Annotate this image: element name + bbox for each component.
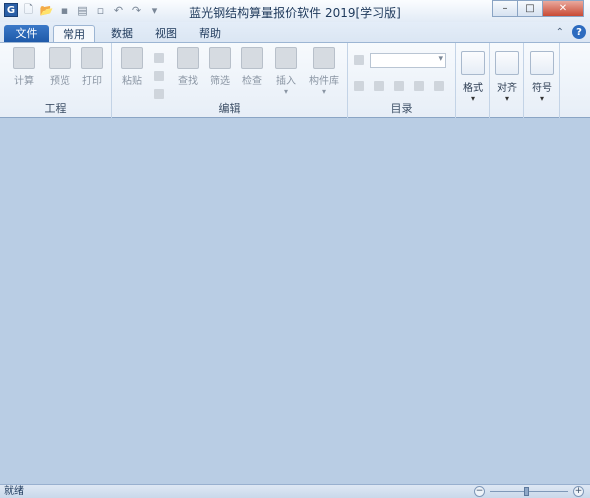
status-bar: 就绪 − + [0, 484, 590, 498]
indent-left-icon[interactable] [354, 81, 364, 91]
zoom-track [490, 491, 568, 492]
find-button[interactable]: 查找 [172, 47, 204, 87]
link-icon[interactable] [434, 81, 444, 91]
align-label: 对齐 [497, 83, 517, 94]
close-button[interactable]: ✕ [542, 0, 584, 17]
paste-button[interactable]: 粘贴 [116, 47, 148, 87]
insert-label: 插入 [276, 76, 296, 87]
component-lib-button[interactable]: 构件库 ▾ [304, 47, 344, 96]
format-button[interactable]: 格式 ▾ [460, 51, 486, 103]
tab-help[interactable]: 帮助 [192, 25, 228, 42]
tab-file[interactable]: 文件 [4, 25, 49, 42]
print-button[interactable]: 打印 [76, 47, 108, 87]
group-catalog-label: 目录 [390, 102, 413, 115]
paste-label: 粘贴 [122, 76, 142, 87]
move-up-icon[interactable] [394, 81, 404, 91]
ribbon: 计算 预览 打印 工程 粘贴 查找 筛选 检查 插入 ▾ 构件库 ▾ 编辑 目录… [0, 42, 590, 118]
help-icon[interactable]: ? [572, 25, 586, 39]
insert-dropdown-icon: ▾ [283, 87, 288, 96]
preview-label: 预览 [50, 76, 70, 87]
ribbon-right-icons: ⌃ ? [556, 25, 586, 39]
component-lib-label: 构件库 [309, 76, 339, 87]
insert-button[interactable]: 插入 ▾ [270, 47, 302, 96]
catalog-select[interactable] [370, 53, 446, 68]
workspace-area[interactable] [0, 118, 590, 484]
filter-label: 筛选 [210, 76, 230, 87]
printer-icon [81, 47, 103, 69]
group-format: 格式 ▾ [456, 43, 490, 118]
tree-icon[interactable] [354, 55, 364, 65]
format-box-icon [461, 51, 485, 75]
group-project-label: 工程 [44, 102, 67, 115]
copy-icon[interactable] [154, 71, 164, 81]
format-dropdown-icon: ▾ [470, 94, 475, 103]
zoom-slider[interactable]: − + [474, 486, 584, 497]
calc-label: 计算 [14, 76, 34, 87]
format-label: 格式 [463, 83, 483, 94]
find-label: 查找 [178, 76, 198, 87]
symbol-dropdown-icon: ▾ [539, 94, 544, 103]
filter-button[interactable]: 筛选 [204, 47, 236, 87]
group-edit-label: 编辑 [218, 102, 241, 115]
zoom-out-icon[interactable]: − [474, 486, 485, 497]
symbol-label: 符号 [532, 83, 552, 94]
zoom-in-icon[interactable]: + [573, 486, 584, 497]
restore-button[interactable]: □ [517, 0, 543, 17]
ribbon-tabs: 文件 常用 数据 视图 帮助 ⌃ ? [0, 22, 590, 42]
preview-doc-icon [49, 47, 71, 69]
cut-icon[interactable] [154, 53, 164, 63]
move-down-icon[interactable] [414, 81, 424, 91]
tab-view[interactable]: 视图 [148, 25, 184, 42]
table-icon [313, 47, 335, 69]
calculator-icon [13, 47, 35, 69]
insert-rows-icon [275, 47, 297, 69]
check-button[interactable]: 检查 [236, 47, 268, 87]
group-align: 对齐 ▾ [490, 43, 524, 118]
tab-home[interactable]: 常用 [53, 25, 95, 42]
component-lib-dropdown-icon: ▾ [321, 87, 326, 96]
clipboard-icon [121, 47, 143, 69]
indent-right-icon[interactable] [374, 81, 384, 91]
status-text: 就绪 [4, 486, 24, 497]
symbol-box-icon [530, 51, 554, 75]
title-bar: G 🗋 📂 ▪ ▤ ▫ ↶ ↷ ▾ 蓝光钢结构算量报价软件 2019[学习版] … [0, 0, 590, 22]
minimize-button[interactable]: – [492, 0, 518, 17]
format-painter-icon[interactable] [154, 89, 164, 99]
print-label: 打印 [82, 76, 102, 87]
preview-button[interactable]: 预览 [44, 47, 76, 87]
funnel-icon [209, 47, 231, 69]
align-button[interactable]: 对齐 ▾ [494, 51, 520, 103]
tab-data[interactable]: 数据 [104, 25, 140, 42]
window-controls: – □ ✕ [492, 0, 584, 17]
zoom-thumb[interactable] [524, 487, 529, 496]
binoculars-icon [177, 47, 199, 69]
align-dropdown-icon: ▾ [504, 94, 509, 103]
group-edit: 粘贴 查找 筛选 检查 插入 ▾ 构件库 ▾ 编辑 [112, 43, 348, 118]
group-symbol: 符号 ▾ [524, 43, 560, 118]
collapse-ribbon-icon[interactable]: ⌃ [556, 27, 564, 38]
symbol-button[interactable]: 符号 ▾ [529, 51, 555, 103]
align-box-icon [495, 51, 519, 75]
calc-button[interactable]: 计算 [8, 47, 40, 87]
check-icon [241, 47, 263, 69]
group-project: 计算 预览 打印 工程 [0, 43, 112, 118]
check-label: 检查 [242, 76, 262, 87]
